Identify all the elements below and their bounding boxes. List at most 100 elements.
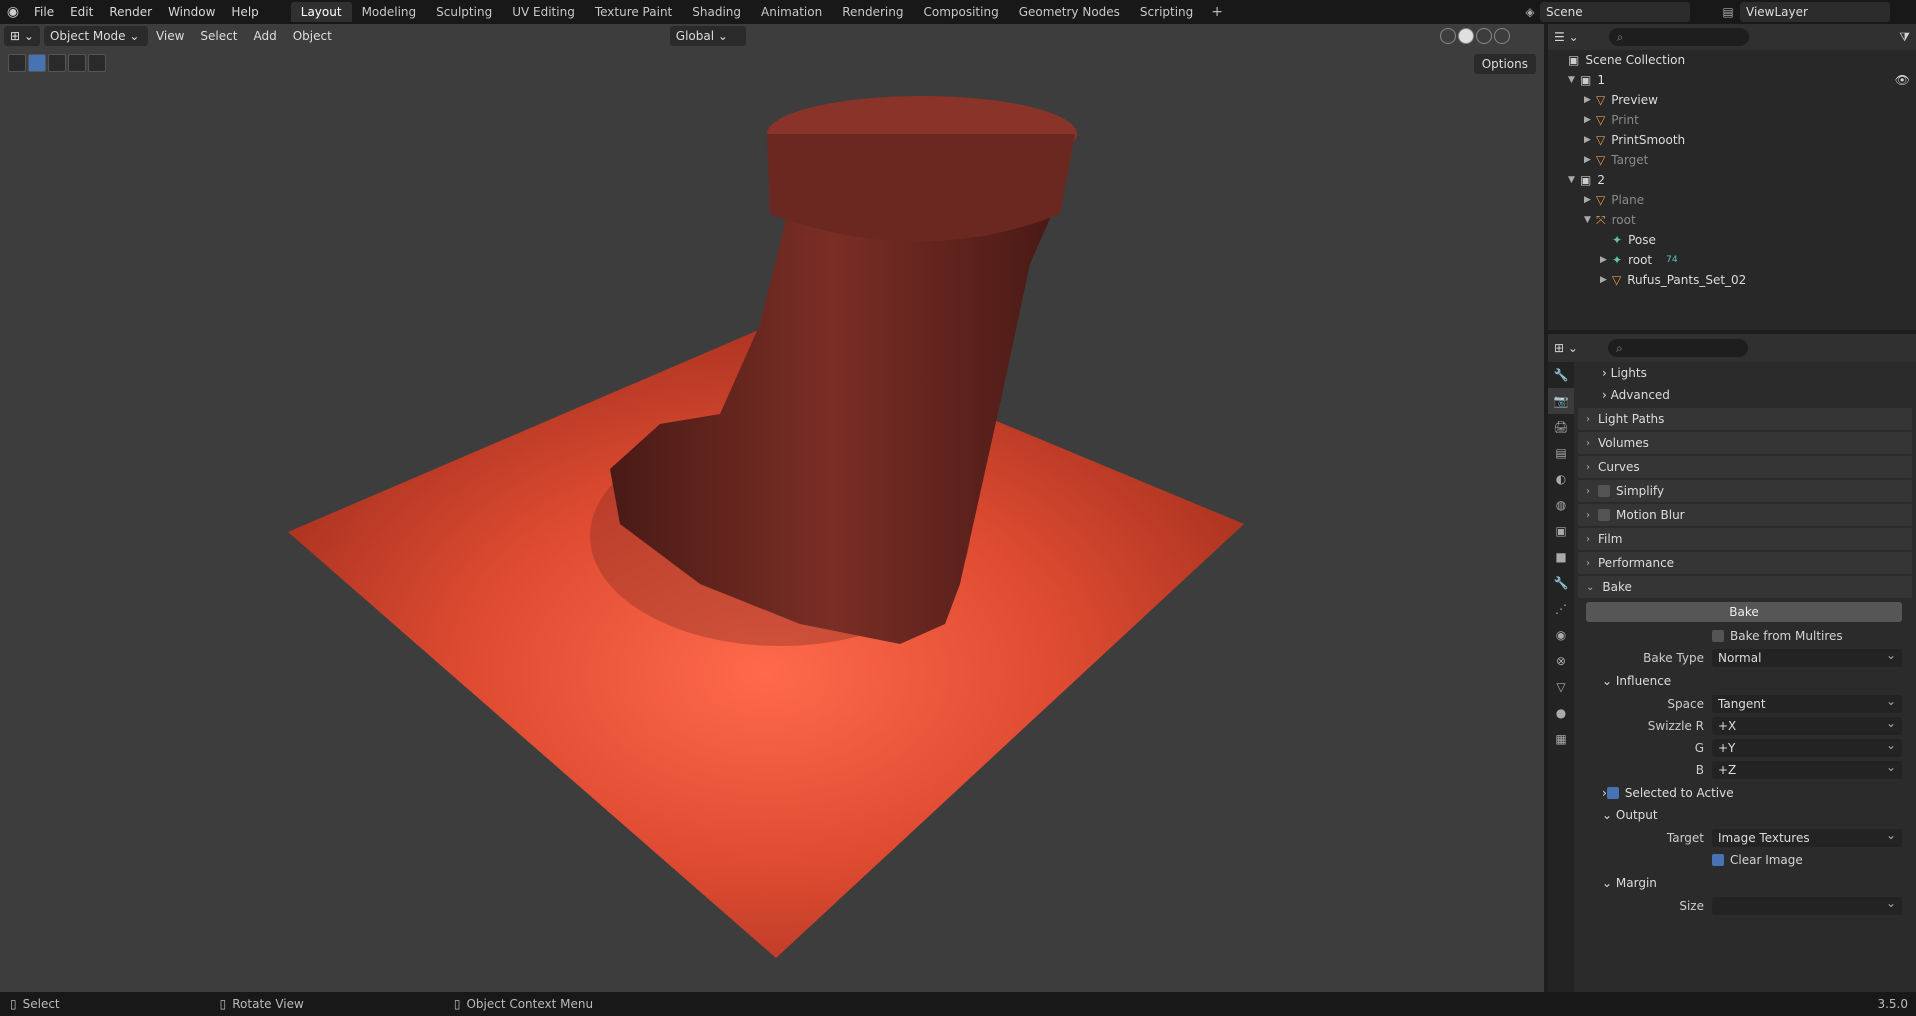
expand-icon[interactable]: ▶ [1584,155,1596,165]
menu-render[interactable]: Render [101,0,160,24]
modifier-tab-icon[interactable]: 🔧 [1548,570,1574,596]
panel-film[interactable]: › Film [1578,528,1912,550]
constraints-tab-icon[interactable]: ⊗ [1548,648,1574,674]
menu-window[interactable]: Window [160,0,223,24]
expand-icon[interactable]: ▶ [1600,275,1612,285]
menu-edit[interactable]: Edit [62,0,101,24]
motion-blur-checkbox[interactable] [1598,509,1610,521]
outliner-row[interactable]: ▶ ▽ Plane [1548,190,1916,210]
visibility-eye-icon[interactable]: 👁 [1895,73,1910,87]
viewlayer-selector[interactable]: ViewLayer [1740,2,1890,22]
outliner-row[interactable]: ✦ Pose [1548,230,1916,250]
outliner-row[interactable]: ▶ ✦ root 74 [1548,250,1916,270]
outliner-search-input[interactable]: ⌕ [1608,28,1749,46]
view-menu[interactable]: View [148,29,192,43]
output-subpanel[interactable]: ⌄ Output [1578,804,1912,826]
outliner-row[interactable]: ▶ ▽ Print [1548,110,1916,130]
selected-to-active-subpanel[interactable]: › Selected to Active [1578,782,1912,804]
3d-viewport[interactable]: ⊞ ⌄ Object Mode ⌄ View Select Add Object… [0,24,1544,992]
expand-icon[interactable]: ▼ [1568,75,1580,85]
outliner-row[interactable]: ▼ ⤧ root [1548,210,1916,230]
tab-scripting[interactable]: Scripting [1130,2,1203,22]
panel-volumes[interactable]: › Volumes [1578,432,1912,454]
panel-light-paths[interactable]: › Light Paths [1578,408,1912,430]
viewlayer-icon[interactable]: ▤ [1718,2,1738,22]
clear-image-row[interactable]: Clear Image [1578,850,1912,870]
render-tab-icon[interactable]: 📷 [1548,388,1574,414]
panel-curves[interactable]: › Curves [1578,456,1912,478]
panel-motion-blur[interactable]: › Motion Blur [1578,504,1912,526]
texture-tab-icon[interactable]: ▦ [1548,726,1574,752]
material-shading-icon[interactable] [1476,28,1492,44]
outliner-row[interactable]: ▶ ▽ Rufus_Pants_Set_02 [1548,270,1916,290]
select-subtract-icon[interactable] [68,54,86,72]
options-button[interactable]: Options [1473,54,1536,74]
outliner-row[interactable]: ▶ ▽ PrintSmooth [1548,130,1916,150]
output-tab-icon[interactable]: 🖨 [1548,414,1574,440]
scene-tab-icon[interactable]: ◐ [1548,466,1574,492]
clear-image-checkbox[interactable] [1712,854,1724,866]
outliner-row[interactable]: ▶ ▽ Preview [1548,90,1916,110]
scene-icon[interactable]: ◈ [1520,2,1540,22]
selected-to-active-checkbox[interactable] [1606,787,1619,799]
tab-animation[interactable]: Animation [751,2,832,22]
bake-type-dropdown[interactable]: Normal [1712,646,1902,667]
swizzle-b-dropdown[interactable]: +Z [1712,758,1902,779]
panel-bake[interactable]: ⌄ Bake [1578,576,1912,598]
menu-file[interactable]: File [26,0,62,24]
select-extend-icon[interactable] [48,54,66,72]
bake-from-multires-checkbox[interactable] [1712,630,1724,642]
tab-uv-editing[interactable]: UV Editing [502,2,585,22]
properties-search-input[interactable]: ⌕ [1607,339,1748,357]
object-menu[interactable]: Object [285,29,340,43]
world-tab-icon[interactable]: ◍ [1548,492,1574,518]
tab-sculpting[interactable]: Sculpting [426,2,502,22]
expand-icon[interactable]: ▶ [1600,255,1612,265]
tab-compositing[interactable]: Compositing [913,2,1008,22]
add-menu[interactable]: Add [245,29,284,43]
editor-type-dropdown[interactable]: ⊞ ⌄ [4,26,40,46]
tool-tab-icon[interactable]: 🔧 [1548,362,1574,388]
scene-collection-row[interactable]: ▣ Scene Collection [1548,50,1916,70]
scene-selector[interactable]: Scene [1540,2,1690,22]
outliner-row[interactable]: ▼ ▣ 1 👁 [1548,70,1916,90]
tab-modeling[interactable]: Modeling [352,2,427,22]
panel-performance[interactable]: › Performance [1578,552,1912,574]
solid-shading-icon[interactable] [1458,28,1474,44]
view-layer-tab-icon[interactable]: ▤ [1548,440,1574,466]
bake-from-multires-row[interactable]: Bake from Multires [1578,626,1912,646]
target-dropdown[interactable]: Image Textures [1712,826,1902,847]
rendered-shading-icon[interactable] [1494,28,1510,44]
expand-icon[interactable]: ▶ [1584,95,1596,105]
margin-subpanel[interactable]: ⌄ Margin [1578,872,1912,894]
add-workspace-icon[interactable]: + [1203,4,1231,20]
expand-icon[interactable]: ▼ [1568,175,1580,185]
object-tab-icon[interactable]: ■ [1548,544,1574,570]
bake-button[interactable]: Bake [1586,602,1902,622]
mode-dropdown[interactable]: Object Mode ⌄ [43,26,148,46]
outliner-editor-icon[interactable]: ☰ ⌄ [1554,30,1579,44]
filter-icon[interactable]: ⧩ [1899,30,1910,45]
properties-editor-icon[interactable]: ⊞ ⌄ [1554,341,1578,355]
blender-logo-icon[interactable]: ◉ [0,0,26,24]
outliner-row[interactable]: ▶ ▽ Target [1548,150,1916,170]
data-tab-icon[interactable]: ▽ [1548,674,1574,700]
outliner-row[interactable]: ▼ ▣ 2 [1548,170,1916,190]
select-new-icon[interactable] [28,54,46,72]
physics-tab-icon[interactable]: ◉ [1548,622,1574,648]
lights-subpanel[interactable]: › Lights [1578,362,1912,384]
select-menu[interactable]: Select [192,29,245,43]
expand-icon[interactable]: ▶ [1584,195,1596,205]
tab-rendering[interactable]: Rendering [832,2,913,22]
collection-tab-icon[interactable]: ▣ [1548,518,1574,544]
particles-tab-icon[interactable]: ⋰ [1548,596,1574,622]
panel-simplify[interactable]: › Simplify [1578,480,1912,502]
swizzle-g-dropdown[interactable]: +Y [1712,736,1902,757]
influence-subpanel[interactable]: ⌄ Influence [1578,670,1912,692]
expand-icon[interactable]: ▶ [1584,135,1596,145]
wireframe-shading-icon[interactable] [1440,28,1456,44]
tab-geometry-nodes[interactable]: Geometry Nodes [1009,2,1130,22]
simplify-checkbox[interactable] [1598,485,1610,497]
tweak-tool-icon[interactable] [8,54,26,72]
select-invert-icon[interactable] [88,54,106,72]
